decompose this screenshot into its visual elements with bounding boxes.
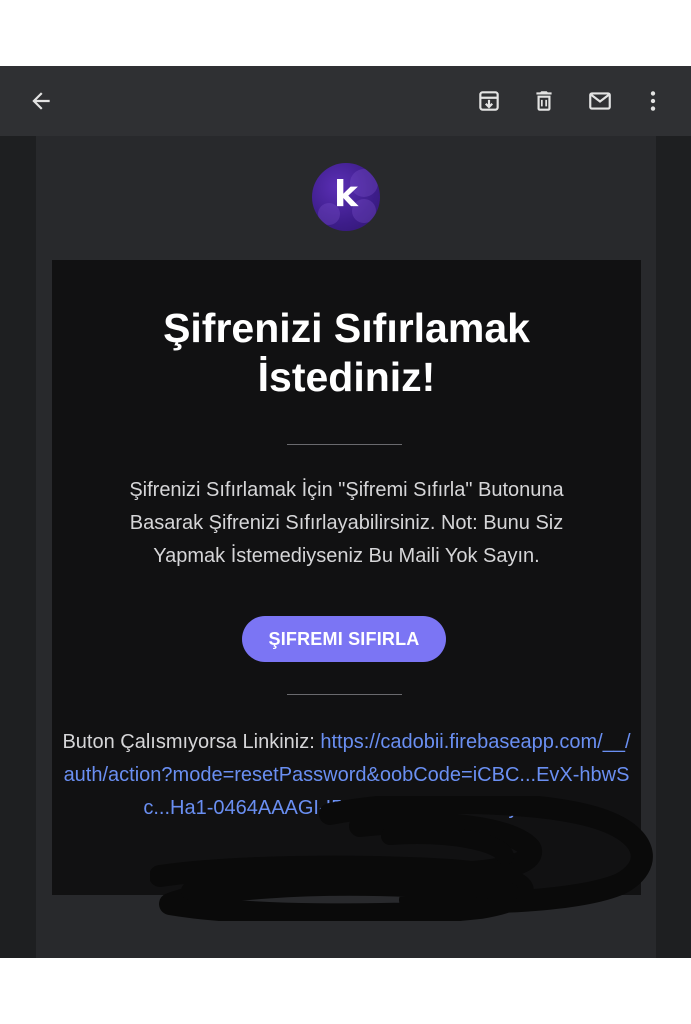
back-button[interactable]: [21, 81, 61, 121]
link-prefix: Buton Çalısmıyorsa Linkiniz:: [62, 731, 321, 753]
divider: [287, 444, 402, 445]
email-viewer: k Şifrenizi Sıfırlamak İstediniz! Şifren…: [0, 66, 691, 958]
email-card: Şifrenizi Sıfırlamak İstediniz! Şifreniz…: [52, 260, 641, 895]
email-body: k Şifrenizi Sıfırlamak İstediniz! Şifren…: [36, 136, 656, 958]
reset-password-button[interactable]: ŞIFREMI SIFIRLA: [242, 616, 446, 662]
delete-icon: [536, 91, 552, 111]
mark-unread-button[interactable]: [580, 81, 620, 121]
fallback-link-paragraph: Buton Çalısmıyorsa Linkiniz: https://cad…: [60, 726, 633, 825]
more-vert-icon: [650, 91, 656, 111]
archive-icon: [479, 91, 499, 111]
more-options-button[interactable]: [633, 81, 673, 121]
divider: [287, 694, 402, 695]
email-body-text: Şifrenizi Sıfırlamak İçin "Şifremi Sıfır…: [129, 479, 564, 567]
logo-letter: k: [334, 174, 358, 215]
email-toolbar: [0, 66, 691, 136]
email-title: Şifrenizi Sıfırlamak İstediniz!: [163, 305, 530, 400]
brand-logo: k: [312, 163, 380, 231]
archive-button[interactable]: [469, 81, 509, 121]
mail-icon: [589, 92, 611, 110]
arrow-back-icon: [32, 92, 50, 110]
delete-button[interactable]: [524, 81, 564, 121]
